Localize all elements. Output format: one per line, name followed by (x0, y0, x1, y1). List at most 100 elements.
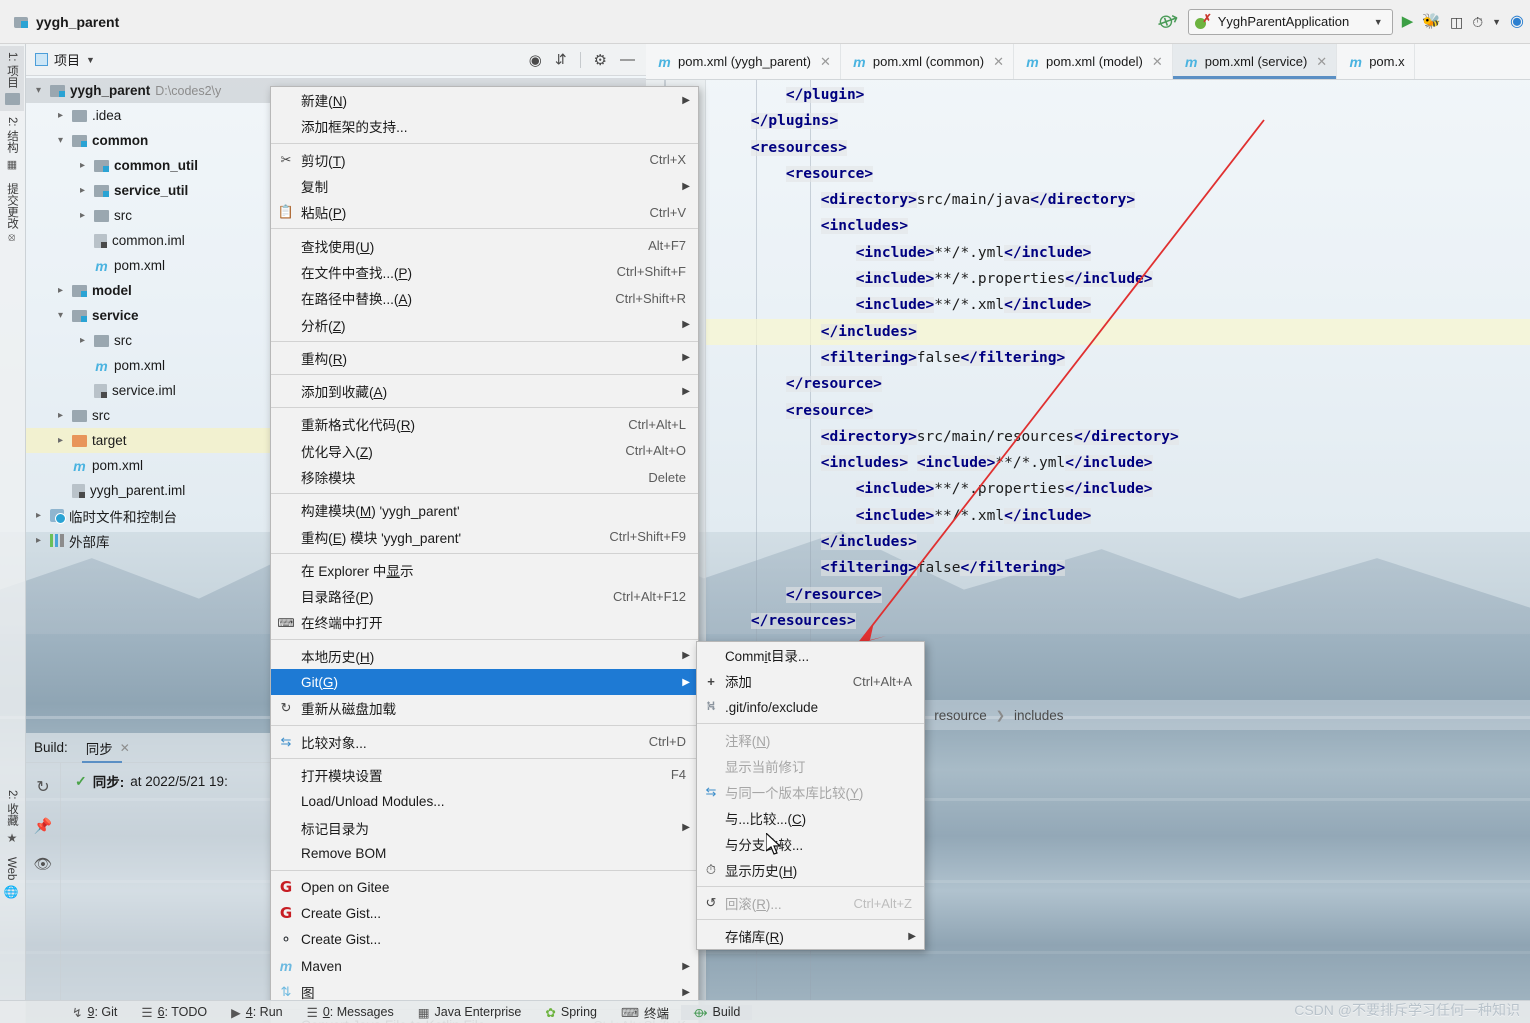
context-menu-item[interactable]: 打开模块设置 F4 (271, 762, 698, 788)
close-icon[interactable]: ✕ (120, 741, 130, 755)
context-menu-item[interactable]: Load/Unload Modules... (271, 788, 698, 814)
gear-icon[interactable]: ⚙ (594, 51, 607, 69)
tree-expander[interactable]: ▸ (76, 335, 89, 346)
status-bar-item[interactable]: ☰ 0: Messages (295, 1005, 406, 1020)
tree-expander[interactable]: ▸ (76, 210, 89, 221)
close-icon[interactable]: ✕ (1152, 54, 1163, 70)
chevron-down-icon[interactable]: ▼ (1374, 17, 1383, 27)
tree-expander[interactable]: ▸ (54, 285, 67, 296)
tree-expander[interactable]: ▾ (54, 135, 67, 146)
undo-icon: ↺ (705, 895, 717, 910)
locate-target-icon[interactable]: ◉ (529, 51, 542, 69)
close-icon[interactable]: ✕ (1316, 54, 1327, 70)
editor-tab-strip[interactable]: m pom.xml (yygh_parent) ✕ m pom.xml (common)… (646, 44, 1530, 80)
breadcrumb-item-2[interactable]: includes (1014, 708, 1064, 723)
sidebar-item-project[interactable]: 1: 项目 (0, 46, 24, 111)
chevron-down-icon[interactable]: ▼ (86, 55, 95, 65)
context-menu-item[interactable]: 添加到收藏(A) ▶ (271, 378, 698, 404)
context-menu-item[interactable]: 查找使用(U) Alt+F7 (271, 232, 698, 258)
context-menu-item[interactable]: 新建(N) ▶ (271, 87, 698, 113)
close-icon[interactable]: ✕ (993, 54, 1004, 70)
git-submenu-item[interactable]: 存储库(R) ▶ (697, 923, 924, 949)
sidebar-item-web[interactable]: Web 🌐 (0, 851, 22, 906)
search-everywhere-icon[interactable]: ◉ (1510, 13, 1524, 30)
tree-expander[interactable]: ▸ (54, 435, 67, 446)
debug-icon[interactable]: 🐝 (1422, 14, 1441, 29)
context-menu-item[interactable]: 构建模块(M) 'yygh_parent' (271, 497, 698, 523)
tree-expander[interactable]: ▾ (54, 310, 67, 321)
status-bar-item[interactable]: ▶ 4: Run (219, 1005, 294, 1020)
status-bar-item[interactable]: ✿ Spring (533, 1005, 609, 1020)
context-menu[interactable]: 新建(N) ▶ 添加框架的支持... ✂ 剪切(T) Ctrl+X 复制 ▶ 📋 粘贴(P) Ctr… (270, 86, 699, 1023)
context-menu-item[interactable]: 复制 ▶ (271, 173, 698, 199)
status-bar-item-label: 4: Run (245, 1005, 283, 1019)
editor-tab[interactable]: m pom.xml (model) ✕ (1014, 44, 1173, 79)
build-sync-tab[interactable]: 同步 ✕ (81, 733, 134, 763)
context-menu-item[interactable]: 分析(Z) ▶ (271, 311, 698, 337)
tree-expander[interactable]: ▸ (54, 110, 67, 121)
tree-expander[interactable]: ▸ (76, 160, 89, 171)
context-menu-item[interactable]: ↻ 重新从磁盘加载 (271, 695, 698, 721)
git-submenu-item[interactable]: ⏱ 显示历史(H) (697, 857, 924, 883)
context-menu-item[interactable]: 在文件中查找...(P) Ctrl+Shift+F (271, 259, 698, 285)
context-menu-item[interactable]: G Open on Gitee (271, 874, 698, 900)
run-icon[interactable]: ▶ (1402, 14, 1414, 29)
refresh-icon[interactable]: ↻ (36, 777, 49, 797)
profiler-chevron-down-icon[interactable]: ▼ (1492, 17, 1501, 27)
sidebar-item-structure[interactable]: 2: 结构 ▦ (0, 111, 24, 177)
tree-expander[interactable]: ▸ (32, 535, 45, 546)
git-submenu[interactable]: Commit目录... + 添加 Ctrl+Alt+A ⛕ .git/info/exclu… (696, 641, 925, 950)
close-icon[interactable]: ✕ (820, 54, 831, 70)
context-menu-item[interactable]: 移除模块 Delete (271, 464, 698, 490)
context-menu-item[interactable]: 标记目录为 ▶ (271, 814, 698, 840)
context-menu-item[interactable]: ⇆ 比较对象... Ctrl+D (271, 729, 698, 755)
context-menu-item[interactable]: ⌨ 在终端中打开 (271, 609, 698, 635)
git-submenu-item[interactable]: Commit目录... (697, 642, 924, 668)
eye-icon[interactable]: 👁 (33, 855, 52, 873)
status-bar-item[interactable]: ☰ 6: TODO (129, 1005, 219, 1020)
context-menu-item[interactable]: Git(G) ▶ (271, 668, 698, 696)
tree-expander[interactable]: ▸ (76, 185, 89, 196)
status-bar-item[interactable]: ↯ 9: Git (60, 1005, 129, 1020)
collapse-all-icon[interactable]: ⇵ (555, 51, 567, 68)
status-bar-item[interactable]: ▦ Java Enterprise (406, 1005, 534, 1020)
context-menu-item[interactable]: 📋 粘贴(P) Ctrl+V (271, 199, 698, 225)
git-submenu-item[interactable]: 与...比较...(C) (697, 805, 924, 831)
editor-tab[interactable]: m pom.xml (yygh_parent) ✕ (646, 44, 841, 79)
context-menu-item[interactable]: ⚬ Create Gist... (271, 927, 698, 953)
sidebar-item-favorites[interactable]: 2: 收藏 ★ (0, 784, 24, 851)
editor-tab[interactable]: m pom.x (1337, 44, 1415, 79)
context-menu-item[interactable]: 目录路径(P) Ctrl+Alt+F12 (271, 583, 698, 609)
context-menu-item[interactable]: 在 Explorer 中显示 (271, 557, 698, 583)
status-bar-item[interactable]: ⌨ 终端 (609, 1003, 681, 1022)
context-menu-item[interactable]: 重构(E) 模块 'yygh_parent' Ctrl+Shift+F9 (271, 523, 698, 549)
profiler-icon[interactable]: ⏱ (1472, 15, 1483, 29)
context-menu-item[interactable]: 本地历史(H) ▶ (271, 643, 698, 669)
context-menu-item[interactable]: G Create Gist... (271, 900, 698, 926)
editor-tab[interactable]: m pom.xml (service) ✕ (1172, 44, 1338, 79)
tree-expander[interactable]: ▾ (32, 85, 45, 96)
editor-tab[interactable]: m pom.xml (common) ✕ (841, 44, 1015, 79)
context-menu-item[interactable]: 添加框架的支持... (271, 113, 698, 139)
git-submenu-item[interactable]: ⛕ .git/info/exclude (697, 694, 924, 720)
git-submenu-item[interactable]: 与分支比较... (697, 831, 924, 857)
breadcrumb-item-1[interactable]: resource (934, 708, 987, 723)
git-submenu-item[interactable]: + 添加 Ctrl+Alt+A (697, 668, 924, 694)
context-menu-item[interactable]: 重新格式化代码(R) Ctrl+Alt+L (271, 411, 698, 437)
context-menu-item[interactable]: ✂ 剪切(T) Ctrl+X (271, 147, 698, 173)
minimize-icon[interactable]: — (620, 51, 635, 68)
sidebar-item-commit[interactable]: 提交更改 ⦻ (0, 177, 24, 247)
context-menu-item[interactable]: 在路径中替换...(A) Ctrl+Shift+R (271, 285, 698, 311)
project-tab[interactable]: 项目 ▼ (26, 50, 104, 69)
context-menu-item[interactable]: 重构(R) ▶ (271, 345, 698, 371)
tree-expander[interactable]: ▸ (54, 410, 67, 421)
run-configuration-selector[interactable]: YyghParentApplication ▼ (1187, 8, 1393, 35)
status-bar-item[interactable]: ⟴ Build (681, 1004, 753, 1020)
context-menu-item[interactable]: 优化导入(Z) Ctrl+Alt+O (271, 438, 698, 464)
build-hammer-icon[interactable]: ⟴ (1153, 7, 1182, 36)
context-menu-item[interactable]: Remove BOM (271, 841, 698, 867)
tree-expander[interactable]: ▸ (32, 510, 45, 521)
context-menu-item[interactable]: m Maven ▶ (271, 953, 698, 979)
run-coverage-icon[interactable]: ◫ (1450, 15, 1463, 29)
pin-icon[interactable]: 📌 (34, 817, 53, 835)
